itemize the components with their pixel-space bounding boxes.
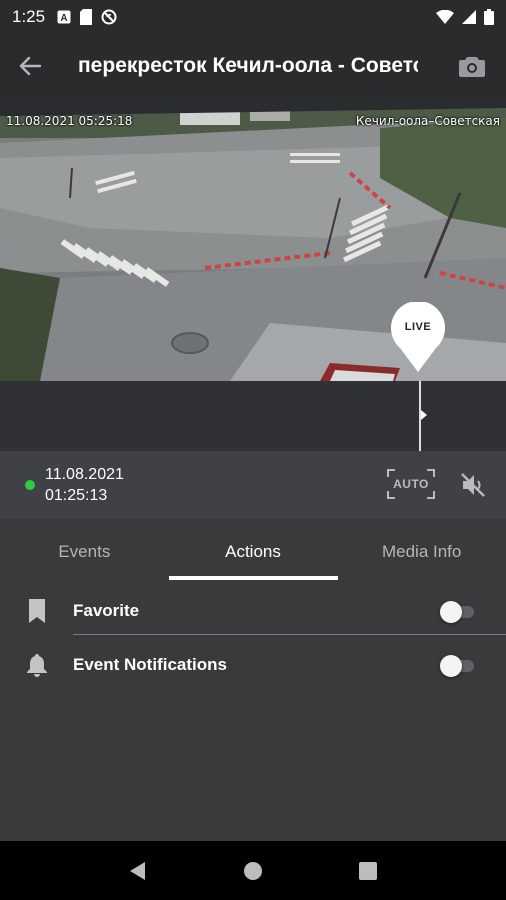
camera-title: перекресток Кечил-оола - Советская — [78, 54, 418, 77]
volume-off-icon — [461, 473, 485, 497]
actions-divider — [73, 634, 506, 635]
osd-location: Кечил-оола–Советская — [355, 114, 500, 128]
system-nav-bar — [0, 841, 506, 900]
cell-signal-icon — [462, 10, 476, 24]
live-label[interactable]: LIVE — [390, 321, 446, 333]
tab-events[interactable]: Events — [0, 519, 169, 585]
recents-square-icon — [359, 861, 378, 880]
arrow-back-icon — [19, 56, 41, 76]
svg-text:A: A — [60, 13, 67, 24]
osd-timestamp: 11.08.2021 05:25:18 — [6, 114, 133, 128]
wifi-icon — [436, 10, 454, 24]
back-button[interactable] — [0, 34, 60, 98]
camera-icon — [459, 57, 485, 77]
app-bar: перекресток Кечил-оола - Советская — [0, 34, 506, 98]
tab-media-info[interactable]: Media Info — [337, 519, 506, 585]
a-badge-icon: A — [57, 10, 71, 24]
back-triangle-icon — [129, 861, 145, 880]
active-tab-indicator — [169, 576, 338, 580]
auto-quality-button[interactable]: AUTO — [386, 468, 436, 500]
snapshot-button[interactable] — [456, 50, 488, 82]
favorite-row[interactable]: Favorite — [0, 585, 506, 637]
live-status-dot — [25, 480, 35, 490]
mute-button[interactable] — [458, 470, 488, 500]
live-pin-icon[interactable] — [390, 302, 446, 372]
playhead-arrow-icon — [421, 410, 427, 420]
favorite-label: Favorite — [73, 601, 140, 620]
playback-time: 01:25:13 — [45, 487, 108, 504]
bell-icon — [24, 652, 50, 678]
nav-home-button[interactable] — [233, 851, 273, 891]
sim-card-icon — [80, 9, 93, 25]
home-circle-icon — [243, 861, 262, 880]
no-signal-icon — [101, 9, 117, 25]
event-notifications-toggle[interactable] — [440, 653, 476, 677]
battery-icon — [484, 9, 494, 25]
favorite-toggle[interactable] — [440, 599, 476, 623]
status-time: 1:25 — [12, 7, 46, 26]
actions-panel: Favorite Event Notifications — [0, 585, 506, 841]
nav-back-button[interactable] — [118, 851, 158, 891]
event-notifications-row[interactable]: Event Notifications — [0, 639, 506, 691]
bookmark-icon — [24, 598, 50, 624]
nav-recents-button[interactable] — [348, 851, 388, 891]
status-bar: 1:25 A — [0, 0, 506, 34]
playback-date: 11.08.2021 — [45, 466, 124, 483]
event-notifications-label: Event Notifications — [73, 655, 227, 674]
playback-timeline[interactable] — [0, 381, 506, 451]
auto-frame-icon — [387, 469, 435, 499]
